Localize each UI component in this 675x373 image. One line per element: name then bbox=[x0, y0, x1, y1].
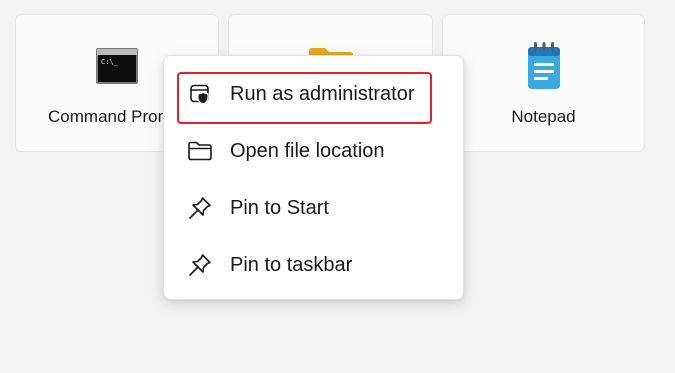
pin-icon bbox=[186, 194, 214, 222]
folder-outline-icon bbox=[186, 137, 214, 165]
shield-window-icon bbox=[186, 80, 214, 108]
context-menu: Run as administrator Open file location … bbox=[163, 55, 464, 300]
menu-item-label: Run as administrator bbox=[230, 82, 415, 105]
menu-item-pin-to-start[interactable]: Pin to Start bbox=[176, 184, 452, 232]
pin-icon bbox=[186, 251, 214, 279]
notepad-icon bbox=[524, 41, 564, 96]
menu-item-pin-to-taskbar[interactable]: Pin to taskbar bbox=[176, 241, 452, 289]
menu-item-label: Pin to Start bbox=[230, 196, 329, 219]
menu-item-label: Pin to taskbar bbox=[230, 253, 353, 276]
svg-text:C:\_: C:\_ bbox=[101, 58, 119, 66]
menu-item-open-file-location[interactable]: Open file location bbox=[176, 127, 452, 175]
menu-item-label: Open file location bbox=[230, 139, 385, 162]
app-tile-notepad[interactable]: Notepad bbox=[442, 14, 645, 152]
app-tile-label: Notepad bbox=[511, 107, 576, 126]
menu-item-run-as-administrator[interactable]: Run as administrator bbox=[176, 70, 452, 118]
command-prompt-icon: C:\_ bbox=[95, 47, 139, 90]
